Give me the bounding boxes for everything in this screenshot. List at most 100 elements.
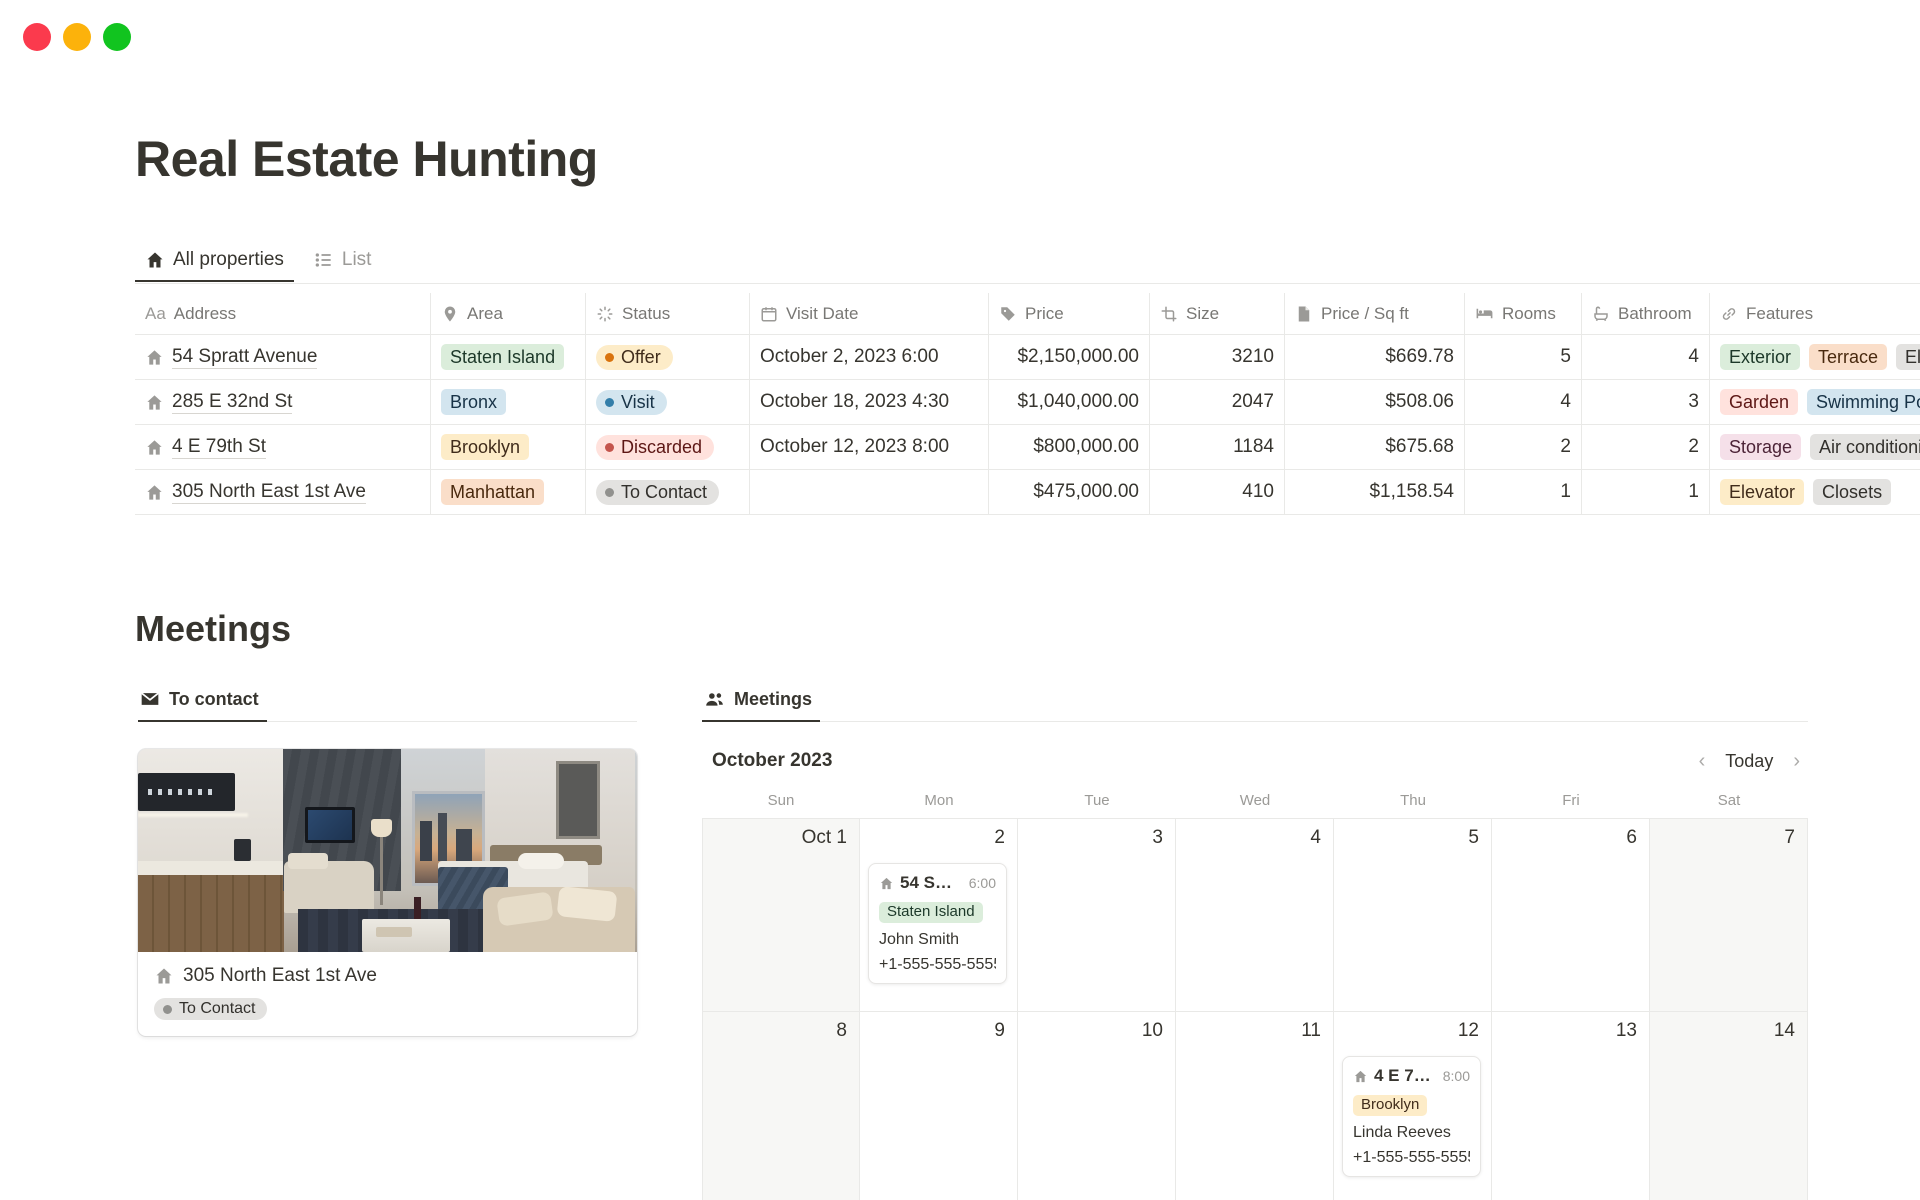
calendar-cell-oct10[interactable]: 10 (1018, 1012, 1176, 1200)
features-cell[interactable]: Garden Swimming Pool (1710, 380, 1920, 424)
prev-month-button[interactable]: ‹ (1695, 749, 1710, 773)
price-sqft-cell[interactable]: $675.68 (1285, 425, 1465, 469)
column-header-address[interactable]: Aa Address (135, 293, 431, 334)
address-cell[interactable]: 54 Spratt Avenue (135, 335, 431, 379)
feature-tag: Air conditioning (1810, 434, 1920, 461)
calendar-event[interactable]: 54 S… 6:00 Staten Island John Smith +1-5… (868, 863, 1007, 984)
rooms-cell[interactable]: 5 (1465, 335, 1582, 379)
status-tag: To Contact (154, 998, 267, 1020)
house-icon (145, 438, 164, 457)
calendar-cell-oct11[interactable]: 11 (1176, 1012, 1334, 1200)
calendar-cell-oct5[interactable]: 5 (1334, 819, 1492, 1011)
column-header-status[interactable]: Status (586, 293, 750, 334)
price-sqft-cell[interactable]: $669.78 (1285, 335, 1465, 379)
column-header-bathroom[interactable]: Bathroom (1582, 293, 1710, 334)
visit-date-cell[interactable] (750, 470, 989, 514)
rooms-cell[interactable]: 2 (1465, 425, 1582, 469)
bathroom-cell[interactable]: 2 (1582, 425, 1710, 469)
features-cell[interactable]: Exterior Terrace Elevator (1710, 335, 1920, 379)
area-cell[interactable]: Manhattan (431, 470, 586, 514)
minimize-window-button[interactable] (63, 23, 91, 51)
bathroom-cell[interactable]: 4 (1582, 335, 1710, 379)
column-header-price-sqft[interactable]: Price / Sq ft (1285, 293, 1465, 334)
calendar-cell-oct1[interactable]: Oct 1 (702, 819, 860, 1011)
address-link[interactable]: 54 Spratt Avenue (172, 345, 317, 370)
visit-date-cell[interactable]: October 12, 2023 8:00 (750, 425, 989, 469)
area-tag: Bronx (441, 389, 506, 416)
next-month-button[interactable]: › (1789, 749, 1804, 773)
status-icon (596, 305, 614, 323)
address-link[interactable]: 305 North East 1st Ave (172, 480, 366, 505)
properties-table: Aa Address Area Status Visit Date Price (135, 293, 1920, 515)
column-header-visit-date[interactable]: Visit Date (750, 293, 989, 334)
calendar-cell-oct14[interactable]: 14 (1650, 1012, 1808, 1200)
status-dot (605, 353, 614, 362)
column-header-area[interactable]: Area (431, 293, 586, 334)
rooms-cell[interactable]: 1 (1465, 470, 1582, 514)
calendar-cell-oct6[interactable]: 6 (1492, 819, 1650, 1011)
features-cell[interactable]: Storage Air conditioning (1710, 425, 1920, 469)
address-cell[interactable]: 4 E 79th St (135, 425, 431, 469)
size-cell[interactable]: 1184 (1150, 425, 1285, 469)
column-header-price[interactable]: Price (989, 293, 1150, 334)
size-cell[interactable]: 410 (1150, 470, 1285, 514)
price-cell[interactable]: $800,000.00 (989, 425, 1150, 469)
feature-tag: Terrace (1809, 344, 1887, 371)
property-card[interactable]: 305 North East 1st Ave To Contact (138, 749, 637, 1036)
database-view-tabs: All properties List (135, 246, 1920, 284)
house-icon (145, 348, 164, 367)
column-header-rooms[interactable]: Rooms (1465, 293, 1582, 334)
house-icon (145, 393, 164, 412)
today-button[interactable]: Today (1725, 751, 1773, 772)
calendar-cell-oct9[interactable]: 9 (860, 1012, 1018, 1200)
status-cell[interactable]: Offer (586, 335, 750, 379)
property-photo (138, 749, 637, 952)
column-header-features[interactable]: Features (1710, 293, 1920, 334)
address-link[interactable]: 285 E 32nd St (172, 390, 292, 415)
calendar-cell-oct4[interactable]: 4 (1176, 819, 1334, 1011)
calendar-day-names: Sun Mon Tue Wed Thu Fri Sat (702, 784, 1808, 818)
area-cell[interactable]: Brooklyn (431, 425, 586, 469)
calendar-grid: Oct 1 2 54 S… 6:00 Staten Island John Sm… (702, 818, 1808, 1200)
close-window-button[interactable] (23, 23, 51, 51)
card-address: 305 North East 1st Ave (154, 965, 621, 987)
address-cell[interactable]: 285 E 32nd St (135, 380, 431, 424)
tab-list[interactable]: List (304, 249, 382, 280)
tab-label: List (342, 249, 372, 271)
tab-all-properties[interactable]: All properties (135, 249, 294, 282)
size-cell[interactable]: 2047 (1150, 380, 1285, 424)
area-cell[interactable]: Bronx (431, 380, 586, 424)
status-cell[interactable]: Visit (586, 380, 750, 424)
calendar-cell-oct2[interactable]: 2 54 S… 6:00 Staten Island John Smith +1… (860, 819, 1018, 1011)
size-cell[interactable]: 3210 (1150, 335, 1285, 379)
price-sqft-cell[interactable]: $1,158.54 (1285, 470, 1465, 514)
address-link[interactable]: 4 E 79th St (172, 435, 266, 460)
list-icon (314, 250, 334, 270)
page-icon (1295, 305, 1313, 323)
price-sqft-cell[interactable]: $508.06 (1285, 380, 1465, 424)
calendar-cell-oct13[interactable]: 13 (1492, 1012, 1650, 1200)
status-cell[interactable]: Discarded (586, 425, 750, 469)
rooms-cell[interactable]: 4 (1465, 380, 1582, 424)
price-cell[interactable]: $2,150,000.00 (989, 335, 1150, 379)
features-cell[interactable]: Elevator Closets (1710, 470, 1920, 514)
calendar-event[interactable]: 4 E 7… 8:00 Brooklyn Linda Reeves +1-555… (1342, 1056, 1481, 1177)
tab-meetings[interactable]: Meetings (702, 688, 820, 722)
status-cell[interactable]: To Contact (586, 470, 750, 514)
tab-to-contact[interactable]: To contact (138, 688, 267, 722)
column-header-size[interactable]: Size (1150, 293, 1285, 334)
bathroom-cell[interactable]: 1 (1582, 470, 1710, 514)
area-cell[interactable]: Staten Island (431, 335, 586, 379)
visit-date-cell[interactable]: October 2, 2023 6:00 (750, 335, 989, 379)
visit-date-cell[interactable]: October 18, 2023 4:30 (750, 380, 989, 424)
calendar-cell-oct12[interactable]: 12 4 E 7… 8:00 Brooklyn Linda Reeves +1-… (1334, 1012, 1492, 1200)
zoom-window-button[interactable] (103, 23, 131, 51)
address-cell[interactable]: 305 North East 1st Ave (135, 470, 431, 514)
calendar-cell-oct7[interactable]: 7 (1650, 819, 1808, 1011)
calendar-cell-oct8[interactable]: 8 (702, 1012, 860, 1200)
calendar-cell-oct3[interactable]: 3 (1018, 819, 1176, 1011)
price-cell[interactable]: $1,040,000.00 (989, 380, 1150, 424)
bathroom-cell[interactable]: 3 (1582, 380, 1710, 424)
price-cell[interactable]: $475,000.00 (989, 470, 1150, 514)
notion-window: Real Estate Hunting All properties List … (0, 0, 1920, 1200)
